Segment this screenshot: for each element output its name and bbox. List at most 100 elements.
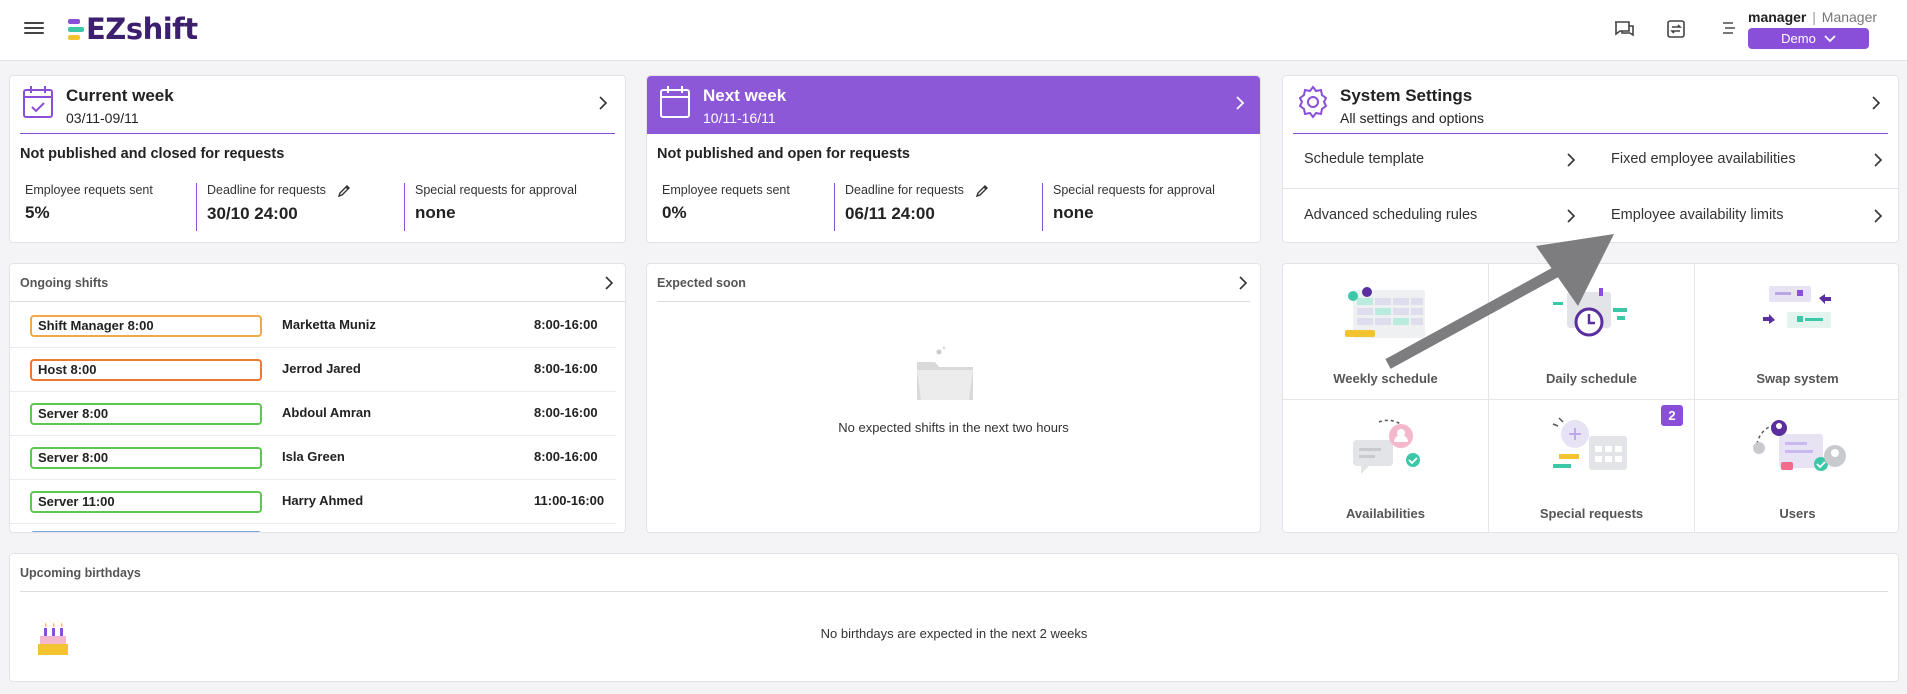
chevron-right-icon[interactable] [596,96,610,110]
user-menu: manager | Manager Demo [1748,9,1878,49]
pencil-icon[interactable] [337,184,351,198]
schedule-template-label: Schedule template [1304,151,1425,167]
empty-folder-icon [917,346,973,400]
next-week-card: Next week 10/11-16/11 Not published and … [646,75,1261,243]
table-row[interactable]: Host 8:00 Jerrod Jared 8:00-16:00 [10,348,616,392]
chevron-right-icon[interactable] [1236,276,1250,290]
fixed-availabilities-label: Fixed employee availabilities [1611,151,1796,167]
next-week-header[interactable]: Next week 10/11-16/11 [647,76,1260,134]
chevron-right-icon[interactable] [1869,96,1883,110]
chevron-right-icon[interactable] [1233,96,1247,110]
employee-name: Harry Ahmed [282,493,364,508]
user-separator: | [1812,9,1816,25]
daily-schedule-label: Daily schedule [1545,371,1638,386]
table-row[interactable]: Shift Manager 8:00 Marketta Muniz 8:00-16:… [10,304,616,348]
chevron-right-icon[interactable] [602,276,616,290]
swap-system-icon [1763,286,1831,328]
chat-icon[interactable] [1612,17,1636,41]
fixed-availabilities-link[interactable]: Fixed employee availabilities [1611,151,1893,167]
top-bar: EZshift manager | Manager Demo [0,0,1907,61]
birthdays-empty-text: No birthdays are expected in the next 2 … [820,626,1088,641]
system-settings-subtitle: All settings and options [1340,110,1484,126]
table-row[interactable]: Server 8:00 Abdoul Amran 8:00-16:00 [10,392,616,436]
user-info: manager | Manager [1748,9,1878,25]
schedule-template-link[interactable]: Schedule template [1304,151,1586,167]
availabilities-tile[interactable]: Availabilities [1283,400,1488,532]
shift-time: 8:00-16:00 [534,317,598,332]
user-name: manager [1748,9,1807,25]
swap-icon[interactable] [1664,17,1688,41]
panel-divider [10,301,625,302]
deadline-label: Deadline for requests [845,183,964,197]
requests-sent-value: 5% [25,203,50,222]
users-label: Users [1779,506,1816,521]
shift-time: 8:00-16:00 [534,361,598,376]
table-row[interactable]: Server 8:00 Isla Green 8:00-16:00 [10,436,616,480]
current-week-header[interactable]: Current week 03/11-09/11 [10,76,625,134]
list-icon[interactable] [1722,20,1736,36]
employee-name: Isla Green [282,449,345,464]
chevron-right-icon [1874,153,1883,167]
advanced-rules-link[interactable]: Advanced scheduling rules [1304,207,1586,223]
location-dropdown[interactable]: Demo [1748,28,1869,49]
deadline-value: 06/11 24:00 [845,203,935,223]
deadline-label-row: Deadline for requests [845,183,989,198]
advanced-rules-label: Advanced scheduling rules [1304,207,1478,223]
chevron-right-icon [1567,153,1576,167]
shift-time: 8:00-16:00 [534,405,598,420]
table-row[interactable]: Server 11:00 Harry Ahmed 11:00-16:00 [10,480,616,524]
birthdays-title: Upcoming birthdays [20,566,141,580]
chevron-down-icon [1824,34,1836,42]
shift-tag[interactable]: Server 8:00 [30,447,262,469]
swap-system-tile[interactable]: Swap system [1695,264,1898,399]
availability-limits-label: Employee availability limits [1611,207,1784,223]
settings-row-divider [1283,188,1898,189]
special-requests-value: none [1053,203,1094,222]
pencil-icon[interactable] [975,184,989,198]
current-week-card: Current week 03/11-09/11 Not published a… [9,75,626,243]
logo[interactable]: EZshift [68,12,198,46]
expected-soon-card: Expected soon No expected shifts in the … [646,263,1261,533]
users-icon [1753,420,1846,471]
availabilities-label: Availabilities [1346,506,1425,521]
calendar-icon [660,86,690,118]
deadline-stat: Deadline for requests 06/11 24:00 [834,183,989,231]
ongoing-shifts-card: Ongoing shifts Shift Manager 8:00 Markett… [9,263,626,533]
calendar-check-icon [23,86,53,118]
logo-text: EZshift [86,12,198,46]
shift-tag-partial [30,531,262,532]
deadline-label-row: Deadline for requests [207,183,351,198]
employee-name: Marketta Muniz [282,317,376,332]
special-requests-label: Special requests for approval [1053,183,1215,197]
location-label: Demo [1781,31,1816,46]
panel-divider [657,301,1250,302]
requests-sent-stat: Employee requets sent 5% [25,183,153,231]
header-divider [20,133,615,134]
special-requests-label: Special requests [1539,506,1644,521]
shift-tag[interactable]: Server 8:00 [30,403,262,425]
deadline-label: Deadline for requests [207,183,326,197]
gear-icon [1298,85,1328,119]
availability-limits-link[interactable]: Employee availability limits [1611,207,1893,223]
swap-system-label: Swap system [1756,371,1839,386]
special-requests-tile[interactable]: 2 Special requests [1489,400,1694,532]
shift-tag[interactable]: Host 8:00 [30,359,262,381]
ongoing-shifts-title: Ongoing shifts [20,276,109,290]
requests-sent-stat: Employee requets sent 0% [662,183,790,231]
shift-tag[interactable]: Server 11:00 [30,491,262,513]
system-settings-header[interactable]: System Settings All settings and options [1283,76,1898,134]
next-week-range: 10/11-16/11 [703,110,776,126]
users-tile[interactable]: Users [1695,400,1898,532]
chevron-right-icon [1567,209,1576,223]
weekly-schedule-label: Weekly schedule [1333,371,1438,386]
menu-icon[interactable] [24,19,44,37]
logo-mark [68,17,84,41]
shift-time: 8:00-16:00 [534,449,598,464]
special-requests-icon [1552,417,1627,470]
special-requests-value: none [415,203,456,222]
employee-name: Jerrod Jared [282,361,361,376]
employee-name: Abdoul Amran [282,405,372,420]
requests-sent-label: Employee requets sent [662,183,790,197]
shift-tag[interactable]: Shift Manager 8:00 [30,315,262,337]
availabilities-icon [1353,419,1420,474]
